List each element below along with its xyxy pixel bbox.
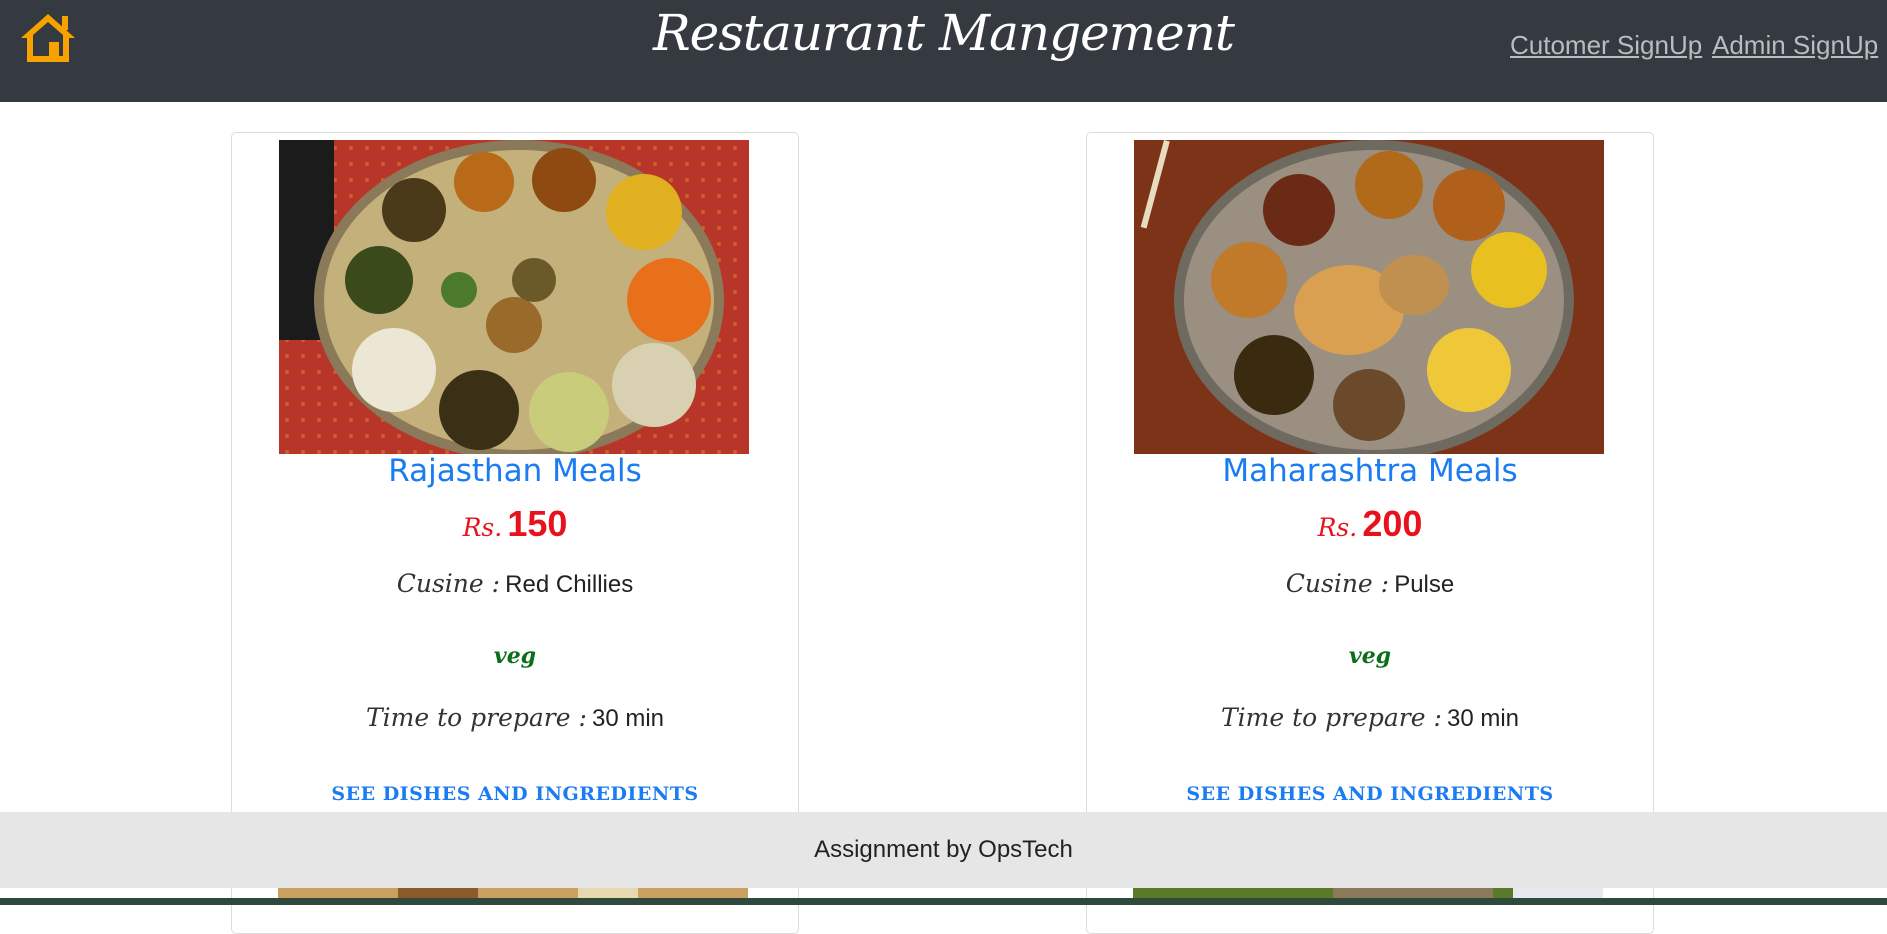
- meal-image: [1134, 140, 1604, 454]
- prep-time: Time to prepare : 30 min: [1087, 703, 1653, 733]
- see-dishes-link[interactable]: SEE DISHES AND INGREDIENTS: [1087, 783, 1653, 805]
- prep-time: Time to prepare : 30 min: [232, 703, 798, 733]
- prep-time-label: Time to prepare :: [365, 703, 587, 732]
- cuisine-label: Cusine :: [396, 569, 501, 598]
- admin-signup-link[interactable]: Admin SignUp: [1712, 30, 1878, 61]
- price: Rs. 200: [1087, 503, 1653, 545]
- window-bottom-edge: [0, 898, 1887, 905]
- cuisine: Cusine : Red Chillies: [232, 569, 798, 599]
- veg-badge: veg: [493, 643, 537, 669]
- price-value: 150: [507, 503, 568, 544]
- prep-time-label: Time to prepare :: [1220, 703, 1442, 732]
- footer: Assignment by OpsTech: [0, 812, 1887, 888]
- cuisine: Cusine : Pulse: [1087, 569, 1653, 599]
- meal-image: [279, 140, 749, 454]
- cuisine-value: Pulse: [1394, 571, 1455, 598]
- meal-title: Rajasthan Meals: [388, 453, 642, 489]
- price-label: Rs.: [1317, 513, 1358, 542]
- price-label: Rs.: [462, 513, 503, 542]
- veg-badge: veg: [1348, 643, 1392, 669]
- cuisine-label: Cusine :: [1285, 569, 1390, 598]
- navbar: Restaurant Mangement Cutomer SignUp Admi…: [0, 0, 1887, 102]
- price-value: 200: [1362, 503, 1423, 544]
- price: Rs. 150: [232, 503, 798, 545]
- see-dishes-link[interactable]: SEE DISHES AND INGREDIENTS: [232, 783, 798, 805]
- customer-signup-link[interactable]: Cutomer SignUp: [1510, 30, 1702, 61]
- meal-title: Maharashtra Meals: [1222, 453, 1518, 489]
- prep-time-value: 30 min: [1446, 705, 1520, 732]
- cuisine-value: Red Chillies: [505, 571, 634, 598]
- prep-time-value: 30 min: [591, 705, 665, 732]
